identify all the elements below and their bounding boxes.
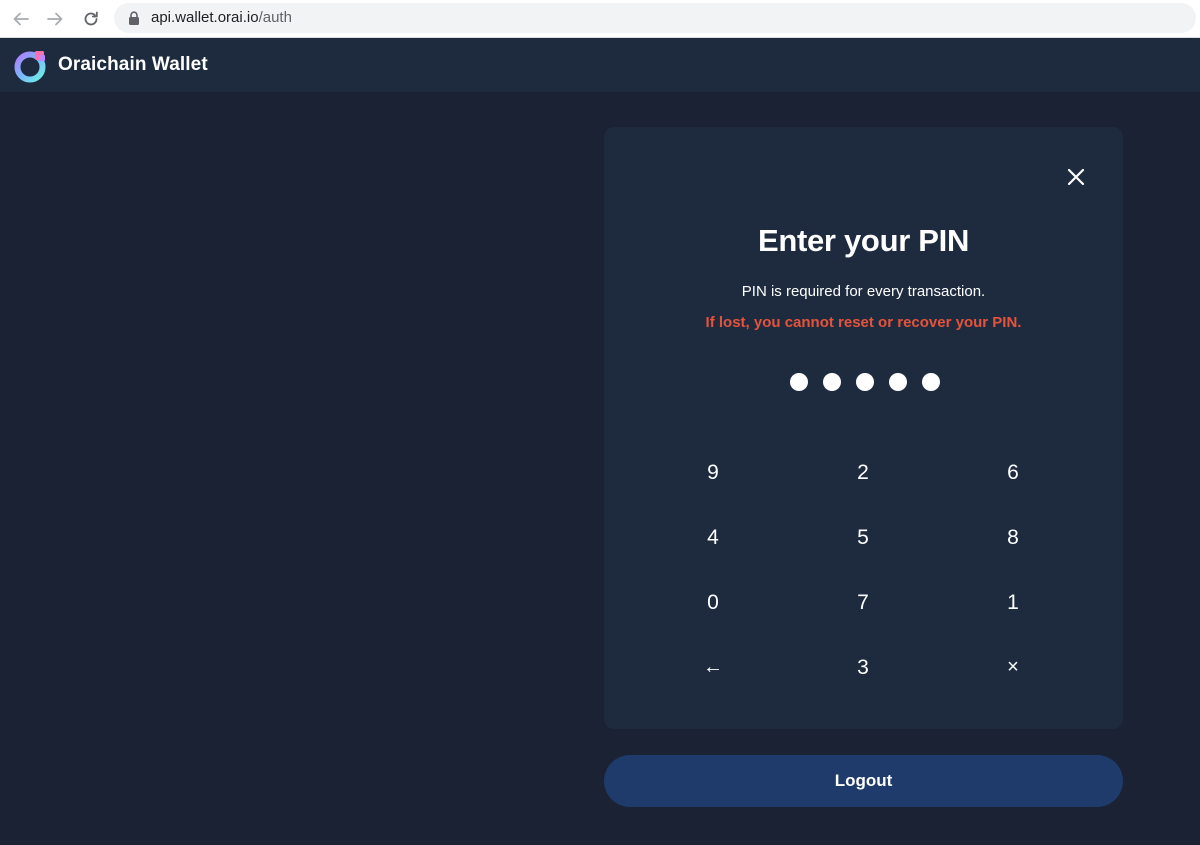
app-header: Oraichain Wallet: [0, 38, 1200, 92]
oraichain-logo-icon: [12, 48, 48, 84]
pin-dot: [823, 373, 841, 391]
pin-dot: [856, 373, 874, 391]
back-arrow-icon[interactable]: [8, 6, 34, 32]
logout-button[interactable]: Logout: [604, 755, 1123, 807]
keypad-key-3[interactable]: 3: [788, 635, 938, 700]
pin-dialog: Enter your PIN PIN is required for every…: [604, 127, 1123, 729]
keypad-key-0[interactable]: 0: [638, 570, 788, 635]
pin-title: Enter your PIN: [757, 223, 970, 258]
pin-dot: [889, 373, 907, 391]
pin-dots: [790, 373, 940, 391]
close-icon[interactable]: [1064, 165, 1088, 189]
keypad-backspace-icon[interactable]: ←: [638, 635, 788, 700]
keypad-key-1[interactable]: 1: [938, 570, 1088, 635]
pin-subtitle: PIN is required for every transaction.: [741, 283, 986, 300]
address-bar[interactable]: api.wallet.orai.io/auth: [114, 3, 1196, 33]
url-host: api.wallet.orai.io: [151, 9, 259, 26]
keypad-key-4[interactable]: 4: [638, 505, 788, 570]
url-path: /auth: [258, 9, 292, 26]
pin-dot: [922, 373, 940, 391]
keypad-key-8[interactable]: 8: [938, 505, 1088, 570]
lock-icon: [128, 11, 140, 30]
pin-dot: [790, 373, 808, 391]
keypad-key-7[interactable]: 7: [788, 570, 938, 635]
keypad-key-9[interactable]: 9: [638, 440, 788, 505]
keypad-clear-icon[interactable]: ×: [938, 635, 1088, 700]
pin-warning: If lost, you cannot reset or recover you…: [705, 314, 1022, 331]
forward-arrow-icon[interactable]: [42, 6, 68, 32]
url-text: api.wallet.orai.io/auth: [151, 9, 292, 27]
browser-toolbar: api.wallet.orai.io/auth: [0, 0, 1200, 38]
keypad-key-6[interactable]: 6: [938, 440, 1088, 505]
pin-keypad: 9 2 6 4 5 8 0 7 1 ← 3 ×: [638, 440, 1088, 700]
keypad-key-5[interactable]: 5: [788, 505, 938, 570]
app-title: Oraichain Wallet: [58, 54, 208, 75]
keypad-key-2[interactable]: 2: [788, 440, 938, 505]
reload-icon[interactable]: [78, 6, 104, 32]
